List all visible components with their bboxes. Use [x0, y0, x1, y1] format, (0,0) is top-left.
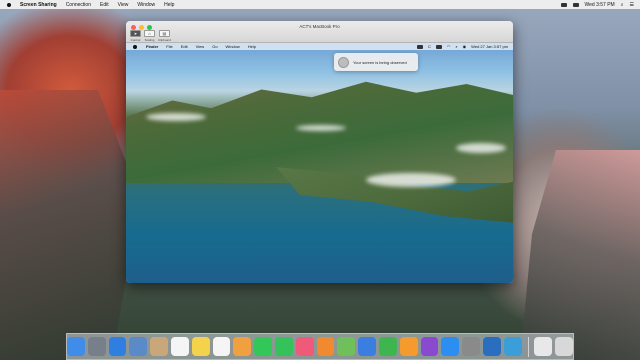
numbers-icon[interactable] [378, 337, 397, 356]
screen-observed-notification[interactable]: Your screen is being observed [334, 53, 418, 71]
wifi-icon[interactable] [560, 2, 567, 7]
menu-help[interactable]: Help [164, 2, 174, 8]
remote-menubar-status: C ◠ ⌕ ◉ Wed 27 Jan 3:57 pm [412, 44, 513, 49]
host-menubar: Screen Sharing Connection Edit View Wind… [0, 0, 640, 9]
keynote-icon[interactable] [358, 337, 376, 356]
ibooks-icon[interactable] [316, 337, 335, 356]
remote-search-icon[interactable]: ⌕ [455, 44, 457, 49]
host-clock[interactable]: Wed 3:57 PM [585, 2, 615, 8]
notification-center-icon[interactable]: ☰ [630, 2, 634, 8]
remote-menu-go[interactable]: Go [212, 44, 217, 49]
screen-sharing-window: ACT's MacBook Pro ➤ Control ⌂ Scaling ▤ … [126, 21, 513, 283]
host-menubar-status: Wed 3:57 PM ⌕ ☰ [555, 2, 640, 8]
menu-connection[interactable]: Connection [66, 2, 91, 8]
remote-menu-view[interactable]: View [196, 44, 205, 49]
battery-icon[interactable] [572, 2, 579, 7]
cursor-icon[interactable]: ➤ [130, 30, 141, 37]
window-title: ACT's MacBook Pro [299, 24, 340, 29]
remote-menu-window[interactable]: Window [226, 44, 240, 49]
remote-clock[interactable]: Wed 27 Jan 3:57 pm [471, 44, 508, 49]
launchpad-icon[interactable] [87, 337, 106, 356]
instruments-icon[interactable] [420, 337, 439, 356]
menu-app-name[interactable]: Screen Sharing [20, 2, 57, 8]
remote-menu-edit[interactable]: Edit [181, 44, 188, 49]
remote-wallpaper-cloud [366, 173, 456, 187]
app-store-icon[interactable] [441, 337, 460, 356]
clipboard-icon[interactable]: ▤ [158, 30, 170, 37]
remote-siri-icon[interactable]: ◉ [463, 44, 467, 49]
remote-wallpaper-cloud [146, 113, 206, 121]
remote-screen-sharing-icon[interactable] [417, 44, 424, 49]
system-preferences-icon[interactable] [462, 337, 480, 356]
host-dock [66, 333, 574, 360]
menu-view[interactable]: View [118, 2, 129, 8]
menu-edit[interactable]: Edit [100, 2, 109, 8]
remote-wifi-icon[interactable]: ◠ [447, 44, 451, 49]
safari-icon[interactable] [108, 337, 127, 356]
screen-sharing-icon [338, 56, 349, 68]
pages-icon[interactable] [399, 337, 418, 356]
control-tool[interactable]: ➤ Control [130, 30, 141, 42]
scaling-label: Scaling [144, 38, 155, 42]
apple-menu-icon[interactable] [6, 1, 12, 8]
clipboard-label: Clipboard [158, 38, 171, 42]
trash-icon[interactable] [555, 337, 574, 356]
messages-icon[interactable] [254, 337, 272, 356]
remote-screen[interactable]: Finder File Edit View Go Window Help C ◠… [126, 43, 513, 283]
remote-menu-help[interactable]: Help [248, 44, 256, 49]
photos-icon[interactable] [233, 337, 252, 356]
screen-sharing-icon[interactable] [482, 337, 501, 356]
spotlight-icon[interactable]: ⌕ [621, 2, 624, 8]
window-toolbar: ➤ Control ⌂ Scaling ▤ Clipboard [130, 30, 171, 42]
finder-icon[interactable] [66, 337, 85, 356]
reminders-icon[interactable] [212, 337, 231, 356]
notification-text: Your screen is being observed [353, 59, 407, 65]
notes-icon[interactable] [191, 337, 210, 356]
scaling-tool[interactable]: ⌂ Scaling [144, 30, 155, 42]
contacts-icon[interactable] [150, 337, 168, 356]
remote-battery-icon[interactable] [435, 44, 442, 49]
maps-icon[interactable] [337, 337, 356, 356]
remote-apple-menu-icon[interactable] [132, 43, 138, 50]
remote-control-center-icon[interactable]: C [428, 44, 431, 49]
itunes-icon[interactable] [295, 337, 314, 356]
window-titlebar[interactable]: ACT's MacBook Pro ➤ Control ⌂ Scaling ▤ … [126, 21, 513, 43]
facetime-icon[interactable] [274, 337, 293, 356]
remote-wallpaper-cloud [456, 143, 506, 153]
remote-menubar: Finder File Edit View Go Window Help C ◠… [126, 43, 513, 50]
control-label: Control [130, 38, 141, 42]
remote-wallpaper-cloud [296, 125, 346, 131]
home-icon[interactable]: ⌂ [144, 30, 155, 37]
mail-icon[interactable] [129, 337, 148, 356]
dock-separator [527, 336, 529, 357]
remote-menu-finder[interactable]: Finder [146, 44, 158, 49]
calendar-icon[interactable] [170, 337, 189, 356]
menu-window[interactable]: Window [137, 2, 155, 8]
document-icon[interactable] [534, 337, 553, 356]
clipboard-tool[interactable]: ▤ Clipboard [158, 30, 171, 42]
quicktime-icon[interactable] [503, 337, 522, 356]
remote-menu-file[interactable]: File [166, 44, 172, 49]
